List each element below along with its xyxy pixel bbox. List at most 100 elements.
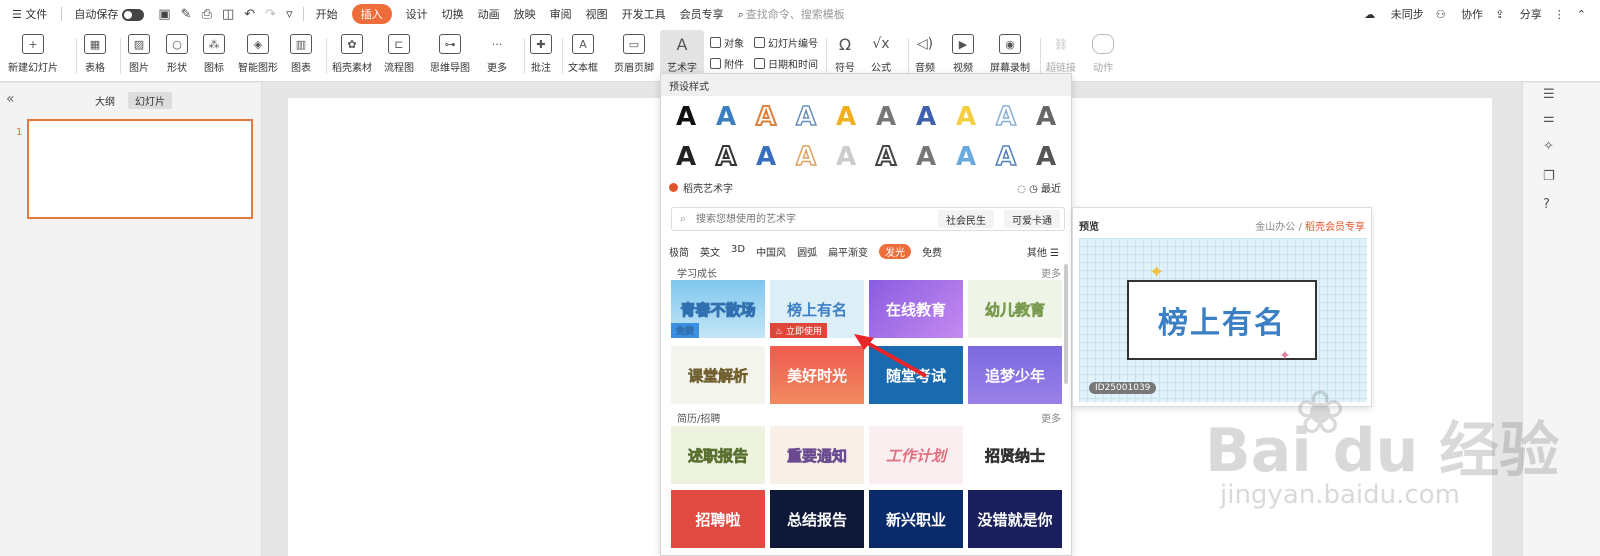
wordart-button[interactable]: A 艺术字 — [660, 30, 704, 74]
preset-style-10[interactable]: A — [1026, 102, 1066, 132]
flowchart-button[interactable]: ⊏ 流程图 — [384, 30, 414, 74]
wordart-tile[interactable]: 课堂解析 — [671, 346, 765, 404]
chart-button[interactable]: ▥ 图表 — [290, 30, 312, 74]
category-free[interactable]: 免费 — [922, 244, 942, 259]
picture-button[interactable]: ▨ 图片 — [128, 30, 150, 74]
audio-button[interactable]: ◁) 音频 — [914, 30, 936, 74]
chip-cute-cartoon[interactable]: 可爱卡通 — [1004, 210, 1060, 228]
tab-transition[interactable]: 切换 — [442, 6, 464, 22]
wordart-tile[interactable]: 重要通知 — [770, 426, 864, 484]
slide-thumbnail[interactable] — [27, 119, 253, 219]
autosave-toggle[interactable]: 自动保存 — [74, 6, 145, 22]
command-search[interactable]: ⌕ 查找命令、搜索模板 — [738, 6, 845, 22]
preset-style-12[interactable]: A — [706, 141, 746, 173]
preset-style-3[interactable]: A — [746, 101, 786, 133]
tab-slideshow[interactable]: 放映 — [514, 6, 536, 22]
tab-slides[interactable]: 幻灯片 — [128, 92, 172, 109]
wordart-tile[interactable]: 招贤纳士 — [968, 426, 1062, 484]
wordart-tile[interactable]: 新兴职业 — [869, 490, 963, 548]
header-footer-button[interactable]: ▭ 页眉页脚 — [614, 30, 654, 74]
wordart-tile[interactable]: 追梦少年 — [968, 346, 1062, 404]
preset-style-19[interactable]: A — [986, 141, 1026, 173]
customize-icon[interactable]: ▿ — [286, 7, 293, 22]
preset-style-9[interactable]: A — [986, 101, 1026, 133]
tab-outline[interactable]: 大纲 — [88, 92, 122, 109]
hyperlink-button[interactable]: ⛓ 超链接 — [1046, 30, 1076, 75]
wordart-tile[interactable]: 述职报告 — [671, 426, 765, 484]
new-slide-button[interactable]: + 新建幻灯片 — [8, 30, 58, 74]
textbox-button[interactable]: A 文本框 — [568, 30, 598, 74]
sidebar-menu-icon[interactable]: ☰ — [1543, 87, 1555, 102]
preset-style-17[interactable]: A — [906, 142, 946, 172]
sliders-icon[interactable]: ⚌ — [1543, 111, 1555, 126]
more-vertical-icon[interactable]: ⋮ — [1554, 8, 1565, 21]
preset-style-4[interactable]: A — [786, 101, 826, 133]
preset-style-20[interactable]: A — [1026, 142, 1066, 172]
preset-style-2[interactable]: A — [706, 102, 746, 132]
file-menu[interactable]: ☰ 文件 — [12, 6, 47, 22]
tab-member[interactable]: 会员专享 — [680, 6, 724, 22]
help-icon[interactable]: ? — [1543, 197, 1550, 212]
preset-style-14[interactable]: A — [786, 141, 826, 173]
category-arc[interactable]: 圆弧 — [797, 244, 817, 259]
more-link-learning[interactable]: 更多 — [1041, 265, 1061, 280]
attachment-button[interactable]: 附件 — [710, 56, 744, 71]
video-button[interactable]: ▶ 视频 — [952, 30, 974, 74]
use-now-badge[interactable]: ♨ 立即使用 — [770, 323, 827, 338]
more-button[interactable]: ··· 更多 — [486, 30, 508, 75]
icon-button[interactable]: ⁂ 图标 — [203, 30, 225, 74]
wordart-tile[interactable]: 没错就是你 — [968, 490, 1062, 548]
action-button[interactable]: 动作 — [1092, 30, 1114, 74]
wordart-tile[interactable]: 幼儿教育 — [968, 280, 1062, 338]
collapse-ribbon-icon[interactable]: ⌃ — [1577, 8, 1586, 21]
preset-style-7[interactable]: A — [906, 102, 946, 132]
wordart-tile[interactable]: 总结报告 — [770, 490, 864, 548]
print-icon[interactable]: ⎙ — [202, 7, 212, 22]
chip-social[interactable]: 社会民生 — [938, 210, 994, 228]
preset-style-15[interactable]: A — [826, 142, 866, 172]
copy-icon[interactable]: ❐ — [1543, 169, 1555, 184]
other-categories-button[interactable]: 其他 ☰ — [1027, 244, 1059, 259]
tab-developer[interactable]: 开发工具 — [622, 6, 666, 22]
symbol-button[interactable]: Ω 符号 — [834, 30, 856, 75]
category-minimal[interactable]: 极简 — [669, 244, 689, 259]
wordart-search-input[interactable] — [696, 211, 916, 227]
preset-style-11[interactable]: A — [666, 142, 706, 172]
recent-button[interactable]: ◌ ◷ 最近 — [1017, 180, 1061, 195]
datetime-button[interactable]: 日期和时间 — [754, 56, 818, 71]
tab-review[interactable]: 审阅 — [550, 6, 572, 22]
preset-style-6[interactable]: A — [866, 102, 906, 132]
shape-button[interactable]: ○ 形状 — [166, 30, 188, 74]
category-chinese[interactable]: 中国风 — [756, 244, 786, 259]
wordart-tile[interactable]: 工作计划 — [869, 426, 963, 484]
comment-button[interactable]: ✚ 批注 — [530, 30, 552, 74]
preset-style-5[interactable]: A — [826, 102, 866, 132]
category-english[interactable]: 英文 — [700, 244, 720, 259]
redo-icon[interactable]: ↷ — [265, 7, 276, 22]
daoke-button[interactable]: ✿ 稻壳素材 — [332, 30, 372, 74]
preset-style-8[interactable]: A — [946, 102, 986, 132]
format-painter-icon[interactable]: ✎ — [181, 7, 192, 22]
tab-animation[interactable]: 动画 — [478, 6, 500, 22]
pin-icon[interactable]: ✧ — [1543, 139, 1554, 154]
preset-style-16[interactable]: A — [866, 141, 906, 173]
slide-number-button[interactable]: 幻灯片编号 — [754, 35, 818, 50]
preset-style-13[interactable]: A — [746, 142, 786, 172]
print-preview-icon[interactable]: ◫ — [222, 7, 234, 22]
sync-button[interactable]: ☁ 未同步 — [1364, 6, 1424, 22]
smart-art-button[interactable]: ◈ 智能图形 — [238, 30, 278, 74]
tab-home[interactable]: 开始 — [316, 6, 338, 22]
tab-insert[interactable]: 插入 — [351, 4, 392, 24]
table-button[interactable]: ▦ 表格 — [84, 30, 106, 74]
preset-style-1[interactable]: A — [666, 102, 706, 132]
category-3d[interactable]: 3D — [731, 244, 745, 259]
preset-style-18[interactable]: A — [946, 142, 986, 172]
dropdown-scrollbar[interactable] — [1064, 264, 1068, 384]
category-flat-gradient[interactable]: 扁平渐变 — [828, 244, 868, 259]
tab-view[interactable]: 视图 — [586, 6, 608, 22]
mindmap-button[interactable]: ⊶ 思维导图 — [430, 30, 470, 74]
screen-record-button[interactable]: ◉ 屏幕录制 — [990, 30, 1030, 74]
wordart-tile[interactable]: 青春不散场 免费 — [671, 280, 765, 338]
save-icon[interactable]: ▣ — [158, 7, 170, 22]
tab-design[interactable]: 设计 — [406, 6, 428, 22]
